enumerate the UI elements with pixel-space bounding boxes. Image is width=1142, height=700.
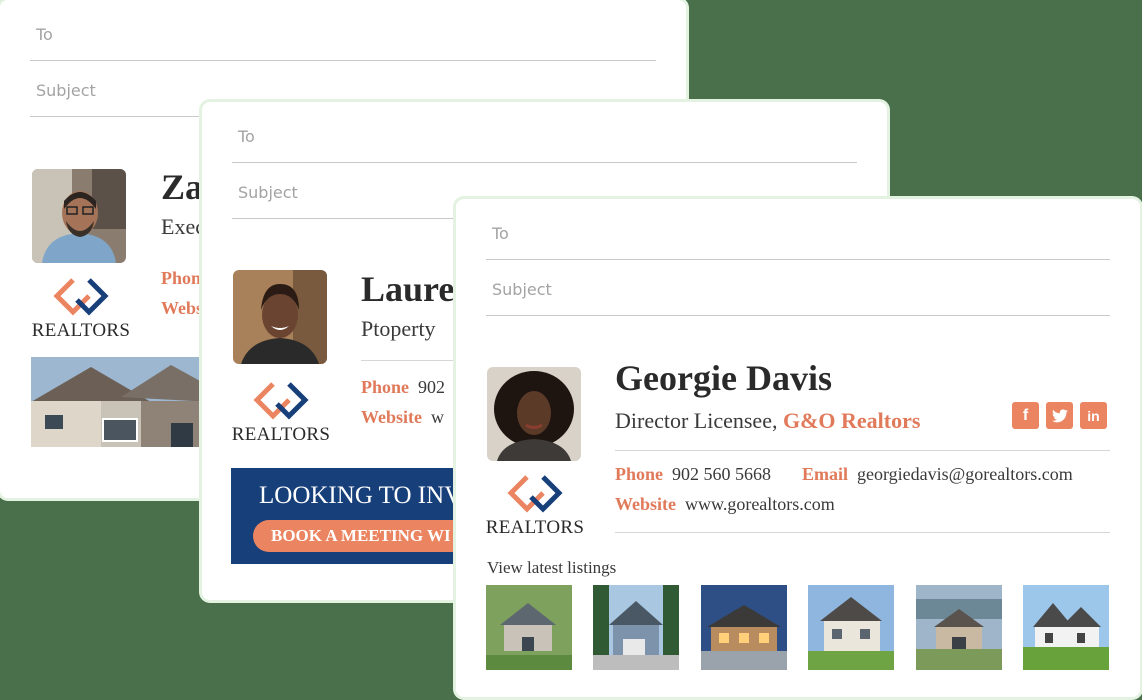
website-row: Website w xyxy=(361,407,444,428)
website-value[interactable]: w xyxy=(431,407,444,427)
listing-thumbnail[interactable] xyxy=(1023,585,1109,670)
phone-value[interactable]: 902 560 5668 xyxy=(672,464,771,484)
logo-wordmark: REALTORS xyxy=(231,424,331,445)
book-meeting-button[interactable]: BOOK A MEETING WI xyxy=(253,520,469,552)
listing-thumbnail[interactable] xyxy=(486,585,572,670)
subject-placeholder: Subject xyxy=(238,183,298,202)
to-placeholder: To xyxy=(36,25,53,44)
job-title: Director Licensee, xyxy=(615,408,778,433)
subject-field[interactable]: Subject xyxy=(486,259,1110,316)
promo-banner[interactable]: LOOKING TO INV BOOK A MEETING WI xyxy=(231,468,471,564)
subject-placeholder: Subject xyxy=(492,280,552,299)
listings-label: View latest listings xyxy=(487,558,617,577)
website-row: Website www.gorealtors.com xyxy=(615,494,835,515)
email-row: Email georgiedavis@gorealtors.com xyxy=(802,464,1073,485)
phone-row: Phon xyxy=(161,268,201,289)
website-label: Website xyxy=(361,407,422,427)
linkedin-icon[interactable]: in xyxy=(1080,402,1107,429)
realtors-logo: REALTORS xyxy=(26,276,136,342)
divider xyxy=(615,450,1110,451)
signature-name: Za xyxy=(161,167,204,207)
signature-title: Ptoperty xyxy=(361,316,436,341)
to-field[interactable]: To xyxy=(232,106,857,163)
logo-wordmark: REALTORS xyxy=(31,320,131,341)
email-value[interactable]: georgiedavis@gorealtors.com xyxy=(857,464,1073,484)
avatar xyxy=(32,169,126,263)
listing-thumbnail[interactable] xyxy=(808,585,894,670)
to-field[interactable]: To xyxy=(486,203,1110,260)
realtors-logo: REALTORS xyxy=(480,473,590,539)
signature-name: Georgie Davis xyxy=(615,358,832,398)
website-value[interactable]: www.gorealtors.com xyxy=(685,494,835,514)
phone-label: Phon xyxy=(161,268,202,288)
signature-title: Exec xyxy=(161,214,205,239)
to-field[interactable]: To xyxy=(30,4,656,61)
subject-placeholder: Subject xyxy=(36,81,96,100)
listing-thumbnail[interactable] xyxy=(701,585,787,670)
listing-thumbnail[interactable] xyxy=(593,585,679,670)
website-label: Website xyxy=(615,494,676,514)
logo-wordmark: REALTORS xyxy=(485,517,585,538)
to-placeholder: To xyxy=(492,224,509,243)
company-link[interactable]: G&O Realtors xyxy=(783,408,920,433)
signature-title: Director Licensee, G&O Realtors xyxy=(615,408,920,434)
email-label: Email xyxy=(802,464,849,484)
signature-name: Laure xyxy=(361,269,455,309)
avatar xyxy=(487,367,581,461)
phone-label: Phone xyxy=(361,377,410,397)
email-card-front: To Subject REALTORS Georgie Davis Direct… xyxy=(456,199,1140,697)
house-banner-image xyxy=(31,357,211,447)
website-label: Webs xyxy=(161,298,204,318)
phone-label: Phone xyxy=(615,464,664,484)
phone-row: Phone 902 560 5668 xyxy=(615,464,771,485)
phone-value[interactable]: 902 xyxy=(418,377,445,397)
phone-row: Phone 902 xyxy=(361,377,445,398)
social-links: f in xyxy=(1012,402,1107,429)
facebook-icon[interactable]: f xyxy=(1012,402,1039,429)
twitter-icon[interactable] xyxy=(1046,402,1073,429)
realtors-logo: REALTORS xyxy=(226,380,336,446)
divider xyxy=(615,532,1110,533)
listing-thumbnail[interactable] xyxy=(916,585,1002,670)
to-placeholder: To xyxy=(238,127,255,146)
banner-headline: LOOKING TO INV xyxy=(259,482,463,509)
website-row: Webs xyxy=(161,298,203,319)
avatar xyxy=(233,270,327,364)
